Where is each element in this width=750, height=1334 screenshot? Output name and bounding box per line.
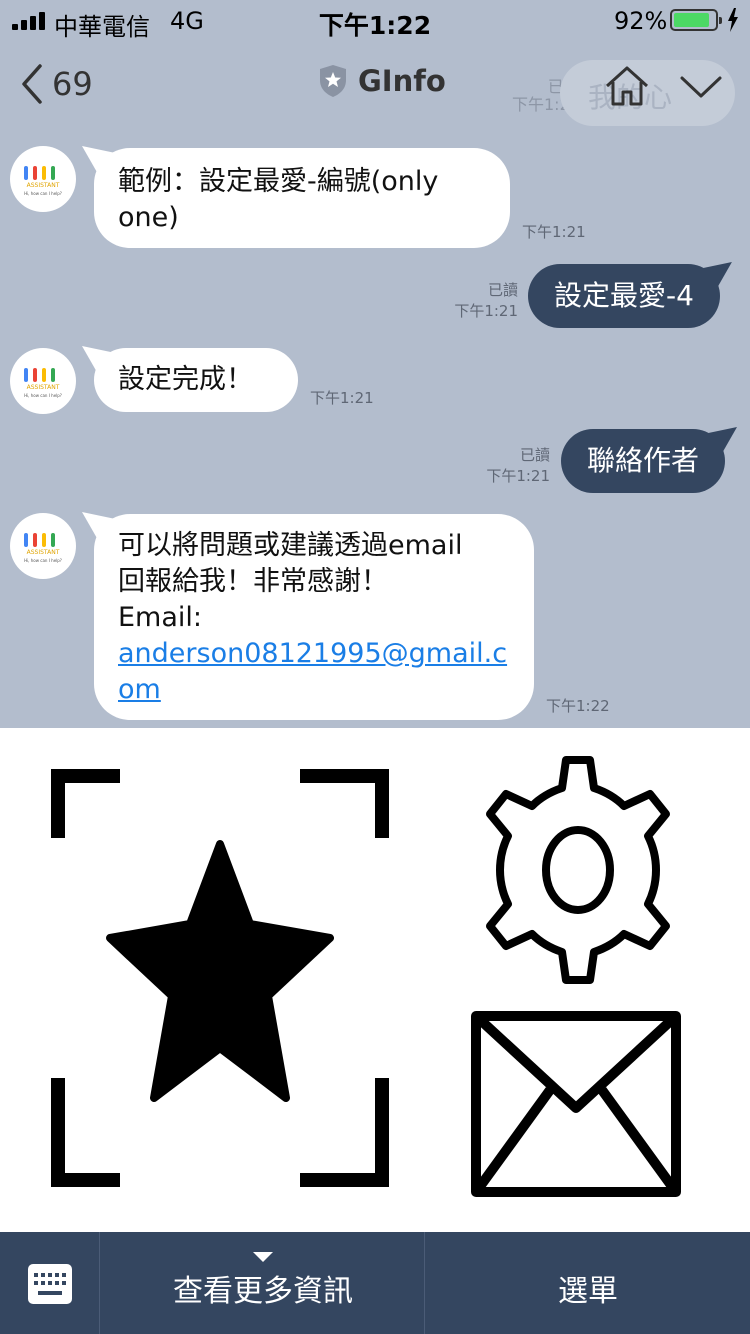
message-time: 下午1:22 [546, 697, 610, 715]
incoming-message-bubble[interactable]: 可以將問題或建議透過email 回報給我！非常感謝！ Email: anders… [94, 514, 534, 720]
outgoing-message-bubble[interactable]: 設定最愛-4 [528, 264, 720, 328]
message-text: 聯絡作者 [587, 444, 700, 477]
favorite-star-icon [51, 769, 389, 1187]
read-receipt: 已讀 下午1:21 [454, 281, 518, 320]
chat-header: 69 GInfo 已讀 下午1:21 我的心 [0, 40, 750, 130]
chevron-down-icon[interactable] [678, 70, 724, 104]
charging-bolt-icon [728, 8, 738, 32]
menu-button[interactable]: 選單 [426, 1232, 750, 1334]
unread-count: 69 [52, 65, 93, 103]
bot-avatar[interactable]: ASSISTANT Hi, how can I help? [10, 146, 76, 212]
back-button[interactable]: 69 [18, 62, 93, 106]
message-text: 範例：設定最愛-編號(only one) [118, 166, 439, 233]
incoming-message-bubble[interactable]: 範例：設定最愛-編號(only one) [94, 148, 510, 248]
message-text-line: Email: [118, 602, 203, 633]
message-time: 下午1:21 [522, 223, 586, 241]
bottom-bar: 查看更多資訊 選單 [0, 1232, 750, 1334]
bot-avatar[interactable]: ASSISTANT Hi, how can I help? [10, 348, 76, 414]
contact-menu-button[interactable] [440, 998, 750, 1232]
mail-envelope-icon [471, 1011, 681, 1197]
rich-menu [0, 728, 750, 1232]
page-title: GInfo [358, 64, 446, 98]
more-info-button[interactable]: 查看更多資訊 [101, 1232, 425, 1334]
home-icon[interactable] [604, 64, 650, 108]
incoming-message-bubble[interactable]: 設定完成！ [94, 348, 298, 412]
chat-title[interactable]: GInfo [318, 64, 446, 98]
chevron-left-icon [22, 64, 42, 104]
read-receipt: 已讀 下午1:21 [486, 446, 550, 485]
message-text: 設定最愛-4 [554, 279, 694, 312]
keyboard-icon [28, 1264, 72, 1304]
settings-gear-icon [486, 756, 670, 984]
outgoing-message-bubble[interactable]: 聯絡作者 [561, 429, 726, 493]
battery-percent: 92% [614, 7, 668, 35]
status-bar: 中華電信 4G 下午1:22 92% [0, 0, 750, 41]
more-info-label: 查看更多資訊 [173, 1274, 353, 1309]
message-time: 下午1:21 [310, 389, 374, 407]
email-link[interactable]: anderson08121995@gmail.com [118, 636, 510, 708]
caret-down-icon [253, 1252, 273, 1262]
battery-icon [670, 9, 722, 31]
verified-shield-icon [320, 65, 346, 97]
message-text-line: 可以將問題或建議透過email [118, 530, 463, 561]
menu-label: 選單 [558, 1274, 618, 1309]
settings-menu-button[interactable] [440, 728, 750, 998]
message-text-line: 回報給我！非常感謝！ [118, 566, 388, 597]
favorite-menu-button[interactable] [0, 728, 440, 1232]
bot-avatar[interactable]: ASSISTANT Hi, how can I help? [10, 513, 76, 579]
message-text: 設定完成！ [118, 364, 253, 395]
keyboard-toggle-button[interactable] [0, 1232, 100, 1334]
